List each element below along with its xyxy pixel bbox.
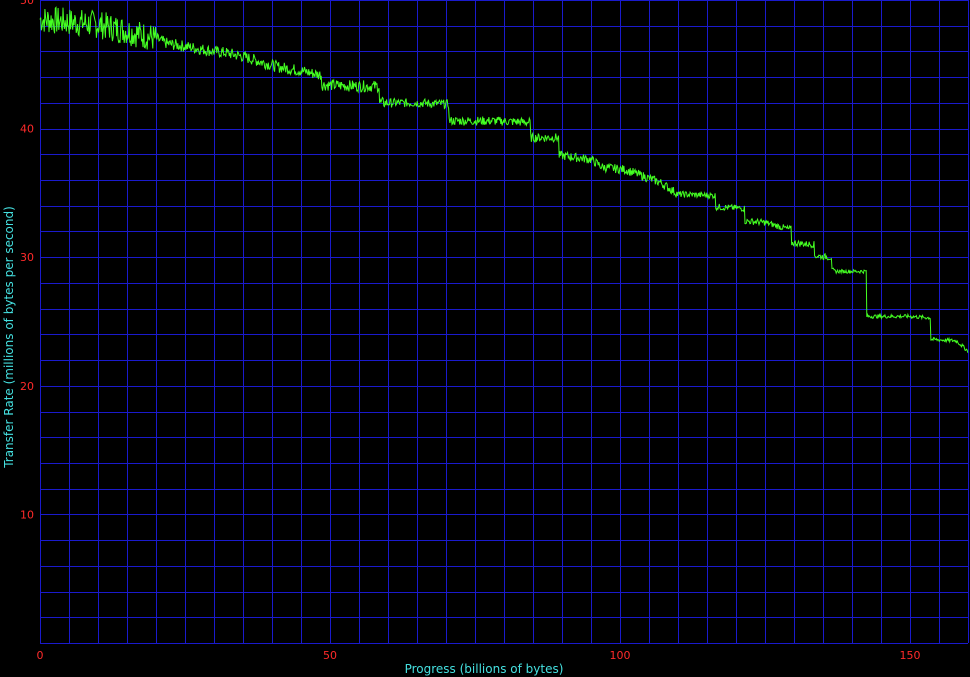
x-tick-label: 100 — [610, 649, 631, 662]
y-axis-label: Transfer Rate (millions of bytes per sec… — [2, 206, 16, 469]
y-tick-label: 30 — [20, 251, 34, 264]
x-tick-label: 50 — [323, 649, 337, 662]
y-tick-label: 40 — [20, 123, 34, 136]
x-tick-label: 150 — [900, 649, 921, 662]
y-tick-label: 20 — [20, 380, 34, 393]
transfer-rate-chart: 0 50 100 150 10 20 30 40 50 Progress (billions o… — [0, 0, 970, 677]
y-tick-label: 50 — [20, 0, 34, 7]
y-tick-label: 10 — [20, 508, 34, 521]
x-axis-label: Progress (billions of bytes) — [405, 662, 564, 676]
x-tick-label: 0 — [37, 649, 44, 662]
plot-background — [0, 0, 970, 677]
